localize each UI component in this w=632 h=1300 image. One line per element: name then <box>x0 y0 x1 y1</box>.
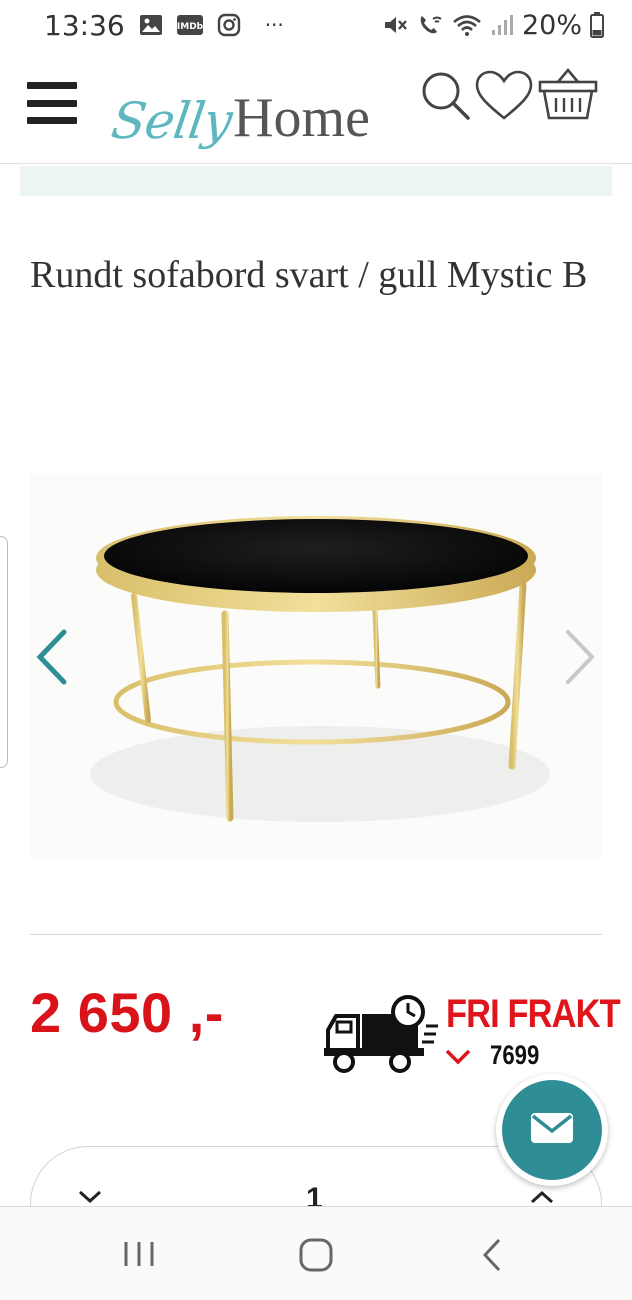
svg-text:IMDb: IMDb <box>177 22 203 32</box>
chevron-down-icon <box>444 1048 472 1071</box>
system-nav-bar <box>0 1206 632 1300</box>
recent-apps-icon[interactable] <box>122 1239 156 1274</box>
mute-icon <box>382 13 408 37</box>
logo-script-text: Selly <box>107 92 236 150</box>
battery-percent: 20% <box>521 9 582 41</box>
product-price: 2 650 ,- <box>30 981 224 1044</box>
home-icon[interactable] <box>298 1237 334 1278</box>
gallery-prev-arrow[interactable] <box>30 626 74 688</box>
section-divider <box>30 934 602 935</box>
site-header: Selly Home <box>0 52 632 164</box>
status-notifications: IMDb ··· <box>139 13 284 37</box>
gallery-icon <box>139 14 163 36</box>
wifi-icon <box>452 13 482 37</box>
site-logo[interactable]: Selly Home <box>108 58 370 150</box>
search-icon[interactable] <box>420 70 472 127</box>
contact-fab-button[interactable] <box>496 1074 608 1186</box>
back-icon[interactable] <box>480 1237 504 1278</box>
wifi-call-icon <box>416 13 444 37</box>
heart-icon[interactable] <box>474 70 534 127</box>
instagram-icon <box>217 13 241 37</box>
status-bar: 13:36 IMDb ··· 20% <box>0 0 632 50</box>
mail-icon <box>530 1112 574 1149</box>
info-banner <box>20 166 612 196</box>
imdb-icon: IMDb <box>176 14 203 36</box>
battery-icon <box>590 12 604 38</box>
gallery-next-arrow[interactable] <box>558 626 602 688</box>
free-shipping-label: FRI FRAKT <box>446 992 621 1036</box>
delivery-truck-icon <box>322 992 440 1081</box>
edge-panel-handle[interactable] <box>0 536 8 768</box>
free-shipping-badge: FRI FRAKT 7699 <box>322 992 621 1082</box>
status-time: 13:36 <box>44 8 125 42</box>
status-more: ··· <box>264 13 284 37</box>
basket-icon[interactable] <box>538 66 598 127</box>
product-image[interactable] <box>30 474 602 858</box>
signal-icon <box>490 13 514 37</box>
shipping-code: 7699 <box>490 1040 540 1070</box>
logo-serif-text: Home <box>233 87 370 149</box>
product-title: Rundt sofabord svart / gull Mystic B <box>30 254 588 296</box>
menu-icon[interactable] <box>27 82 77 124</box>
